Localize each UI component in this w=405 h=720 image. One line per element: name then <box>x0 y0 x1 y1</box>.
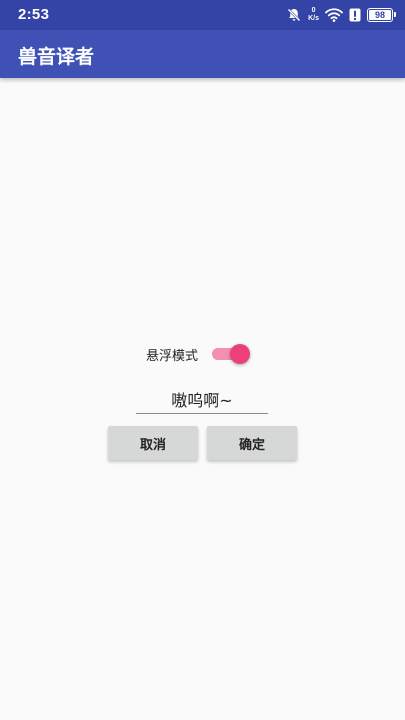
alert-icon <box>349 8 361 22</box>
wifi-icon <box>325 8 343 22</box>
bell-off-icon <box>286 7 302 23</box>
switch-thumb[interactable] <box>230 344 251 364</box>
status-icons: 0 K/s 98 <box>286 6 396 24</box>
status-time: 2:53 <box>18 6 50 23</box>
float-mode-switch[interactable] <box>210 342 251 366</box>
app-bar: 兽音译者 <box>0 30 405 78</box>
translate-input[interactable] <box>136 384 268 414</box>
app-title: 兽音译者 <box>18 46 95 68</box>
netspeed-value: 0 <box>311 7 316 14</box>
cancel-button[interactable]: 取消 <box>108 426 198 460</box>
battery-icon: 98 <box>367 8 396 22</box>
battery-level: 98 <box>374 10 385 20</box>
float-mode-row: 悬浮模式 <box>146 342 251 366</box>
netspeed-unit: K/s <box>308 15 319 22</box>
float-mode-label: 悬浮模式 <box>146 348 199 364</box>
ok-button[interactable]: 确定 <box>207 426 297 460</box>
battery-tip <box>394 12 396 17</box>
status-bar: 2:53 0 K/s 98 <box>0 0 405 30</box>
netspeed-indicator: 0 K/s <box>308 7 319 23</box>
